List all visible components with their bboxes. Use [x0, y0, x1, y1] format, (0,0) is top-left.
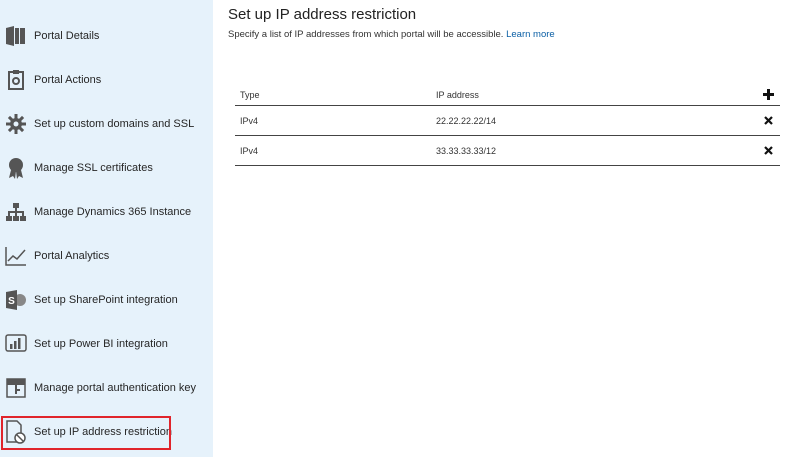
sidebar-item-sharepoint[interactable]: S Set up SharePoint integration	[0, 278, 213, 322]
ip-restriction-table: Type IP address IPv4 22.22.22.22/14 IPv4…	[235, 78, 780, 166]
auth-key-icon	[5, 376, 27, 400]
page-title: Set up IP address restriction	[228, 6, 417, 23]
gear-icon	[5, 112, 27, 136]
sidebar-item-portal-analytics[interactable]: Portal Analytics	[0, 234, 213, 278]
close-icon	[763, 146, 773, 155]
sidebar-item-portal-actions[interactable]: Portal Actions	[0, 58, 213, 102]
cell-ip-address: 33.33.33.33/12	[436, 145, 497, 156]
description-text: Specify a list of IP addresses from whic…	[228, 29, 504, 40]
delete-row-button[interactable]	[758, 106, 778, 135]
add-ip-button[interactable]	[758, 78, 778, 108]
sidebar-item-label: Set up IP address restriction	[34, 426, 172, 438]
sidebar-item-label: Manage portal authentication key	[34, 382, 197, 394]
column-header-type: Type	[240, 89, 260, 100]
certificate-ribbon-icon	[5, 156, 27, 180]
main-panel: Set up IP address restriction Specify a …	[213, 0, 794, 457]
sidebar-nav: Portal Details Portal Actions Set up cus…	[0, 0, 213, 457]
sidebar-item-label: Manage SSL certificates	[34, 162, 153, 174]
line-chart-icon	[5, 244, 27, 268]
portal-actions-icon	[5, 68, 27, 92]
ip-restriction-icon	[5, 420, 27, 444]
svg-text:S: S	[8, 296, 15, 307]
plus-icon	[762, 89, 774, 100]
sidebar-item-ip-restriction[interactable]: Set up IP address restriction	[0, 410, 213, 454]
sidebar-item-label: Set up SharePoint integration	[34, 294, 178, 306]
powerbi-icon	[5, 332, 27, 356]
cell-type: IPv4	[240, 115, 259, 126]
table-header: Type IP address	[235, 78, 780, 106]
sidebar-item-ssl-certificates[interactable]: Manage SSL certificates	[0, 146, 213, 190]
org-hierarchy-icon	[5, 200, 27, 224]
close-icon	[763, 116, 773, 125]
portal-details-icon	[5, 24, 27, 48]
learn-more-link[interactable]: Learn more	[506, 29, 555, 40]
column-header-ip-address: IP address	[436, 89, 479, 100]
sidebar-item-label: Portal Actions	[34, 74, 102, 86]
sidebar-item-portal-details[interactable]: Portal Details	[0, 14, 213, 58]
sidebar-item-label: Set up Power BI integration	[34, 338, 168, 350]
delete-row-button[interactable]	[758, 136, 778, 165]
table-row: IPv4 22.22.22.22/14	[235, 106, 780, 136]
sidebar-item-label: Manage Dynamics 365 Instance	[34, 206, 192, 218]
table-row: IPv4 33.33.33.33/12	[235, 136, 780, 166]
cell-ip-address: 22.22.22.22/14	[436, 115, 497, 126]
sidebar-item-custom-domains[interactable]: Set up custom domains and SSL	[0, 102, 213, 146]
sidebar-item-label: Portal Details	[34, 30, 100, 42]
sharepoint-icon: S	[5, 288, 27, 312]
sidebar-item-label: Set up custom domains and SSL	[34, 118, 195, 130]
sidebar-item-powerbi[interactable]: Set up Power BI integration	[0, 322, 213, 366]
page-description: Specify a list of IP addresses from whic…	[228, 29, 555, 40]
sidebar-item-auth-key[interactable]: Manage portal authentication key	[0, 366, 213, 410]
sidebar-item-label: Portal Analytics	[34, 250, 110, 262]
sidebar-item-dynamics-instance[interactable]: Manage Dynamics 365 Instance	[0, 190, 213, 234]
cell-type: IPv4	[240, 145, 259, 156]
